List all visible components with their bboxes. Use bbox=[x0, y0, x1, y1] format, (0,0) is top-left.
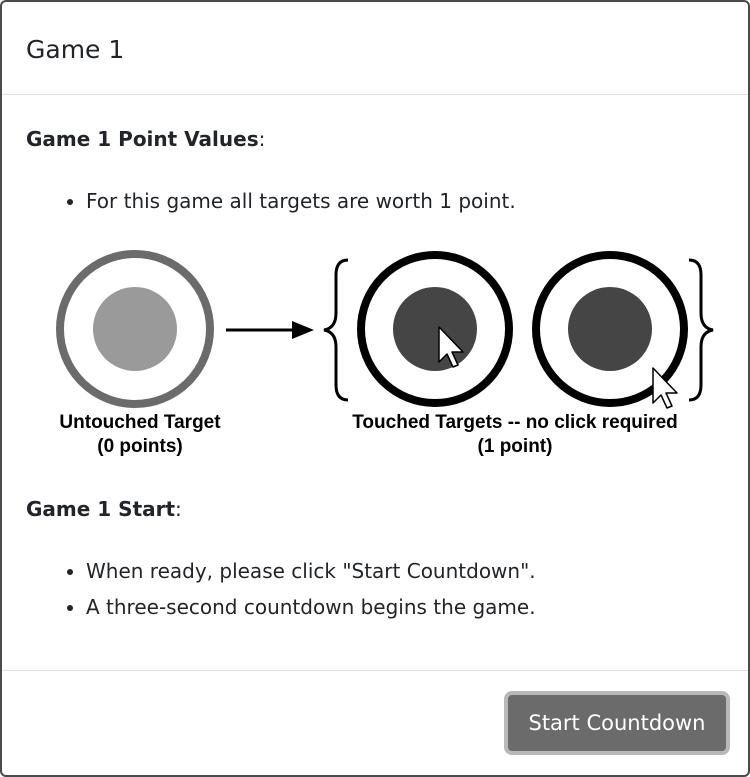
target-diagram: Untouched Target (0 points) Touched Targ… bbox=[56, 250, 714, 457]
start-instruction-bullet: When ready, please click "Start Countdow… bbox=[86, 553, 536, 589]
game-modal: Game 1 Game 1 Point Values: For this gam… bbox=[0, 0, 750, 777]
point-values-list: For this game all targets are worth 1 po… bbox=[38, 183, 516, 219]
start-heading-bold: Game 1 Start bbox=[26, 497, 176, 521]
modal-footer: Start Countdown bbox=[2, 670, 748, 775]
start-countdown-button[interactable]: Start Countdown bbox=[504, 691, 730, 755]
point-values-heading: Game 1 Point Values: bbox=[26, 127, 265, 151]
touched-label-line2: (1 point) bbox=[478, 436, 553, 457]
right-brace-icon bbox=[688, 258, 714, 402]
modal-header: Game 1 bbox=[2, 2, 748, 95]
point-values-heading-bold: Game 1 Point Values bbox=[26, 127, 259, 151]
start-heading-suffix: : bbox=[175, 497, 182, 521]
touched-target-icon bbox=[357, 251, 513, 407]
arrow-right-icon bbox=[226, 321, 314, 339]
untouched-target-icon bbox=[56, 250, 214, 408]
modal-body: Game 1 Point Values: For this game all t… bbox=[2, 95, 748, 670]
start-instruction-bullet: A three-second countdown begins the game… bbox=[86, 589, 536, 625]
untouched-label-line1: Untouched Target bbox=[59, 412, 221, 433]
modal-title: Game 1 bbox=[26, 34, 125, 64]
start-heading: Game 1 Start: bbox=[26, 497, 182, 521]
point-values-heading-suffix: : bbox=[258, 127, 266, 151]
start-instructions-list: When ready, please click "Start Countdow… bbox=[38, 553, 536, 625]
touched-label-line1: Touched Targets -- no click required bbox=[352, 412, 678, 433]
left-brace-icon bbox=[323, 258, 349, 402]
point-values-bullet: For this game all targets are worth 1 po… bbox=[86, 183, 516, 219]
untouched-label-line2: (0 points) bbox=[97, 436, 183, 457]
